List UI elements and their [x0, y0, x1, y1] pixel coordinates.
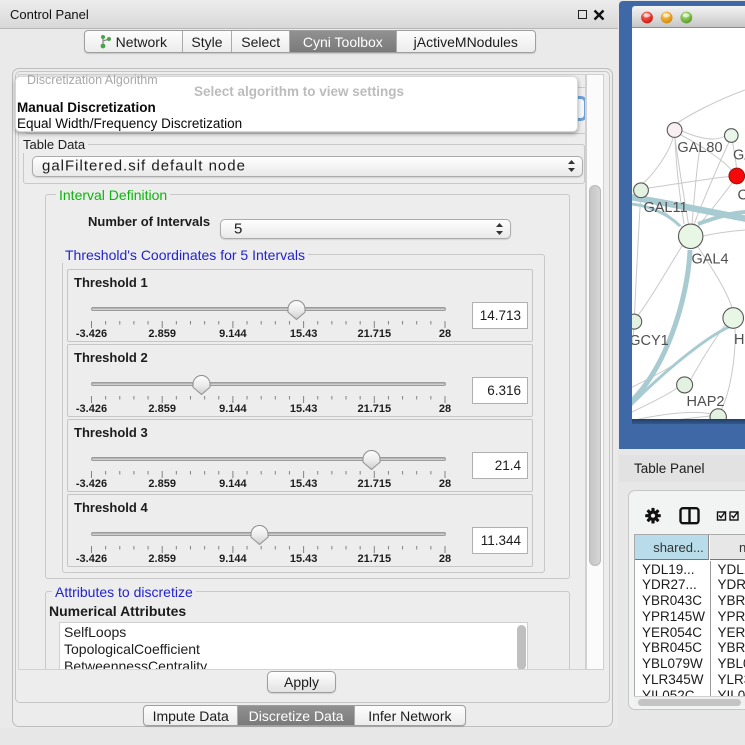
svg-text:GAL11: GAL11 — [643, 200, 687, 216]
svg-text:GAL80: GAL80 — [677, 140, 722, 156]
svg-text:H: H — [734, 332, 744, 348]
svg-text:HAP2: HAP2 — [687, 394, 725, 410]
svg-text:GA: GA — [733, 148, 745, 164]
svg-text:GCY1: GCY1 — [632, 333, 669, 349]
svg-text:GAL4: GAL4 — [691, 252, 728, 268]
svg-text:CD: CD — [738, 188, 745, 204]
